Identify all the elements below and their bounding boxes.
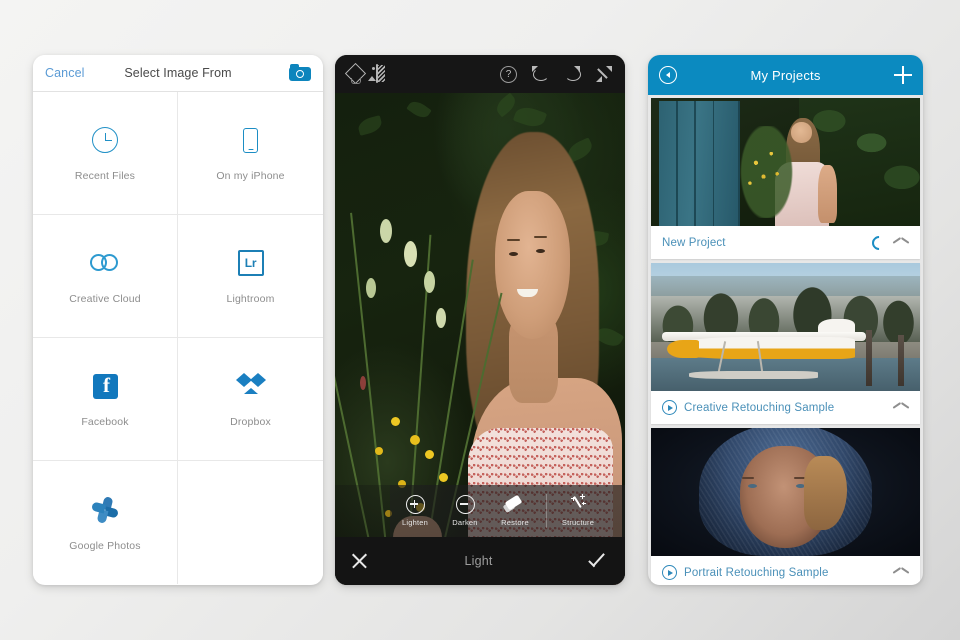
source-grid: Recent Files On my iPhone Creative Cloud… (33, 92, 323, 585)
creative-cloud-icon (89, 247, 121, 279)
tool-label: Lighten (402, 518, 428, 527)
minus-circle-icon (456, 495, 475, 514)
project-name: Creative Retouching Sample (684, 402, 886, 414)
chevron-up-icon[interactable] (893, 238, 909, 247)
projects-header: My Projects (648, 55, 923, 95)
chevron-up-icon[interactable] (893, 403, 909, 412)
source-google-photos[interactable]: Google Photos (33, 461, 178, 584)
source-label: Creative Cloud (69, 293, 141, 305)
play-circle-icon[interactable] (662, 565, 677, 580)
lightroom-icon: Lr (235, 247, 267, 279)
plus-circle-icon (406, 495, 425, 514)
undo-icon[interactable] (531, 66, 549, 82)
iphone-icon (235, 124, 267, 156)
magic-wand-icon (568, 495, 588, 514)
source-empty-cell (178, 461, 323, 584)
close-icon[interactable] (351, 553, 368, 570)
cancel-button[interactable]: Cancel (45, 66, 85, 80)
project-thumbnail[interactable] (651, 263, 920, 391)
dropbox-icon (235, 370, 267, 402)
project-row[interactable]: New Project (651, 226, 920, 259)
source-label: Google Photos (69, 540, 140, 552)
source-on-my-iphone[interactable]: On my iPhone (178, 92, 323, 215)
google-photos-icon (89, 494, 121, 526)
projects-panel: My Projects (648, 55, 923, 585)
project-card[interactable]: Portrait Retouching Sample (651, 428, 920, 585)
facebook-icon (89, 370, 121, 402)
lightroom-glyph: Lr (238, 250, 264, 276)
image-picker-panel: Cancel Select Image From Recent Files On… (33, 55, 323, 585)
project-row[interactable]: Portrait Retouching Sample (651, 556, 920, 585)
screen: Cancel Select Image From Recent Files On… (0, 0, 960, 640)
back-circle-icon[interactable] (659, 66, 677, 84)
expand-icon[interactable] (595, 65, 613, 83)
help-icon[interactable]: ? (500, 66, 517, 83)
source-label: On my iPhone (216, 170, 284, 182)
project-thumbnail[interactable] (651, 98, 920, 226)
source-dropbox[interactable]: Dropbox (178, 338, 323, 461)
project-row[interactable]: Creative Retouching Sample (651, 391, 920, 424)
source-creative-cloud[interactable]: Creative Cloud (33, 215, 178, 338)
chevron-up-icon[interactable] (893, 568, 909, 577)
tool-structure[interactable]: Structure (553, 495, 603, 527)
tool-divider (546, 494, 547, 528)
editor-bottom-bar: Light (335, 537, 625, 585)
check-icon[interactable] (589, 553, 609, 569)
source-label: Recent Files (75, 170, 135, 182)
project-thumbnail[interactable] (651, 428, 920, 556)
redo-icon[interactable] (563, 66, 581, 82)
clock-icon (89, 124, 121, 156)
projects-list: New Project (648, 95, 923, 585)
project-card[interactable]: Creative Retouching Sample (651, 263, 920, 424)
tool-restore[interactable]: Restore (490, 495, 540, 527)
project-card[interactable]: New Project (651, 98, 920, 259)
tool-label: Structure (562, 518, 594, 527)
tool-lighten[interactable]: Lighten (390, 495, 440, 527)
tool-label: Restore (501, 518, 529, 527)
loading-spinner-icon (869, 233, 889, 253)
tool-label: Darken (452, 518, 477, 527)
compare-icon[interactable] (376, 65, 395, 84)
tool-darken[interactable]: Darken (440, 495, 490, 527)
source-recent-files[interactable]: Recent Files (33, 92, 178, 215)
layers-icon[interactable] (347, 65, 366, 84)
camera-icon[interactable] (289, 64, 311, 81)
subject-face (495, 191, 570, 339)
project-name: New Project (662, 237, 865, 249)
projects-title: My Projects (660, 68, 911, 83)
eraser-icon (504, 495, 526, 514)
project-name: Portrait Retouching Sample (684, 567, 886, 579)
photo-editor-panel: ? (335, 55, 625, 585)
source-label: Dropbox (230, 416, 271, 428)
source-label: Facebook (81, 416, 128, 428)
edit-tools-strip: Lighten Darken Restore Structure (335, 485, 625, 537)
source-facebook[interactable]: Facebook (33, 338, 178, 461)
play-circle-icon[interactable] (662, 400, 677, 415)
source-label: Lightroom (226, 293, 274, 305)
picker-header: Cancel Select Image From (33, 55, 323, 92)
plus-icon[interactable] (894, 66, 912, 84)
editor-toolbar: ? (335, 55, 625, 93)
active-adjustment-title: Light (368, 554, 589, 568)
source-lightroom[interactable]: Lr Lightroom (178, 215, 323, 338)
